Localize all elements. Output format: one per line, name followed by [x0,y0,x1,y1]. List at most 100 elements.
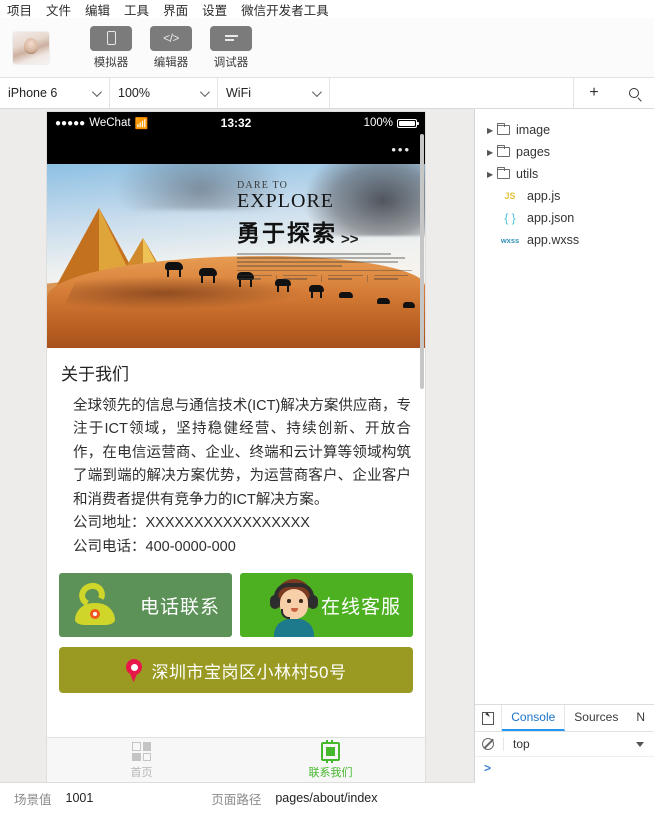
hero-banner[interactable]: DARE TO EXPLORE 勇于探索 >> [47,164,425,348]
menu-item-file[interactable]: 文件 [46,0,71,19]
phone-scrollbar[interactable] [419,134,425,737]
call-contact-button[interactable]: 电话联系 [59,573,232,638]
device-select[interactable]: iPhone 6 [0,78,110,108]
zoom-select[interactable]: 100% [110,78,218,108]
tab-home[interactable]: 首页 [47,738,236,784]
camel-icon [377,298,390,304]
json-file-icon: { } [504,211,516,225]
banner-stat-cell [282,274,322,282]
code-icon: </> [150,25,192,51]
menu-item-edit[interactable]: 编辑 [85,0,110,19]
banner-arrows: >> [341,231,359,248]
search-button[interactable] [614,78,654,108]
online-support-button[interactable]: 在线客服 [240,573,413,638]
devtools-panel: Console Sources N top > [475,704,654,792]
banner-text-block: DARE TO EXPLORE 勇于探索 >> [237,180,412,282]
contact-buttons-row: 电话联系 在线客服 [47,563,425,638]
map-address-label: 深圳市宝岗区小林村50号 [151,662,347,682]
right-pane: ▶ image ▶ pages ▶ utils JS app.js {} ap… [475,109,654,792]
tab-console[interactable]: Console [502,705,566,731]
toolbar-buttons: 模拟器 </> 编辑器 调试器 [88,25,254,70]
camel-leg [213,275,215,283]
map-address-bar[interactable]: 深圳市宝岗区小林村50号 [59,647,413,694]
add-file-button[interactable]: + [574,78,614,108]
tab-contact[interactable]: 联系我们 [236,738,425,784]
simulator-pane: ●●●●● WeChat 📶 13:32 100% ••• DARE TO EX… [0,109,475,792]
chevron-right-icon: ▶ [487,125,494,135]
user-avatar[interactable] [12,30,50,65]
clear-console-button[interactable] [475,738,501,750]
company-phone: 公司电话：400-0000-000 [73,538,236,555]
chevron-down-icon [91,86,102,97]
debugger-button[interactable]: 调试器 [208,25,254,70]
debug-icon [210,25,252,51]
chevron-right-icon: ▶ [487,147,494,157]
online-support-label: 在线客服 [320,596,401,618]
chevron-down-icon [199,86,210,97]
inspect-element-button[interactable] [475,705,503,731]
file-tree-item-image[interactable]: ▶ image [475,119,654,141]
bottom-tab-bar: 首页 联系我们 [47,737,425,784]
chip-icon [321,740,340,763]
banner-stat-cell [328,274,368,282]
page-path-value: pages/about/index [275,791,378,805]
tab-contact-label: 联系我们 [308,767,353,779]
network-select-value: WiFi [226,86,251,100]
tab-home-label: 首页 [130,767,153,779]
main-toolbar: 模拟器 </> 编辑器 调试器 [0,18,654,78]
editor-button[interactable]: </> 编辑器 [148,25,194,70]
tab-sources[interactable]: Sources [565,705,627,731]
camel-leg [287,285,289,292]
phone-status-bar: ●●●●● WeChat 📶 13:32 100% [47,112,425,134]
capsule-bar: ••• [47,134,425,164]
about-description: 全球领先的信息与通信技术(ICT)解决方案供应商，专注于ICT领域，坚持稳健经营… [73,398,411,508]
file-tree-label: image [516,123,551,137]
network-select[interactable]: WiFi [218,78,330,108]
camel-leg [201,275,203,283]
file-tree-item-app-js[interactable]: JS app.js [475,185,654,207]
banner-cn-title: 勇于探索 [237,221,337,247]
menu-item-settings[interactable]: 设置 [202,0,227,19]
company-address: 公司地址：XXXXXXXXXXXXXXXXX [73,515,310,532]
phone-icon [90,25,132,51]
file-tree-label: app.wxss [527,233,580,247]
menu-item-devtools[interactable]: 微信开发者工具 [241,0,329,19]
file-tree-item-pages[interactable]: ▶ pages [475,141,654,163]
more-menu-icon[interactable]: ••• [391,142,411,157]
file-tree-item-app-json[interactable]: { } app.json [475,207,654,229]
folder-icon [497,122,510,135]
wxss-file-icon: wxss [500,235,520,245]
menu-item-project[interactable]: 项目 [7,0,32,19]
file-tree: ▶ image ▶ pages ▶ utils JS app.js {} ap… [475,109,654,704]
menu-item-ui[interactable]: 界面 [163,0,188,19]
chevron-down-icon[interactable] [636,741,644,747]
console-filter-bar: top [475,732,654,757]
workspace: ●●●●● WeChat 📶 13:32 100% ••• DARE TO EX… [0,109,654,792]
banner-title: EXPLORE [237,190,334,212]
debugger-button-label: 调试器 [213,56,249,69]
battery-percent-label: 100% [363,117,393,129]
camel-leg [277,285,279,292]
file-tree-label: utils [516,167,539,181]
camel-leg [320,291,322,298]
file-tree-label: app.js [527,189,561,203]
js-file-icon: JS [504,191,516,201]
camel-leg [167,269,169,277]
about-section: 关于我们 全球领先的信息与通信技术(ICT)解决方案供应商，专注于ICT领域，坚… [47,348,425,563]
support-agent-icon [268,579,320,638]
page-path-label: 页面路径 [211,792,262,807]
console-context-select[interactable]: top [503,737,530,751]
status-bar-right-filler [475,782,654,813]
banner-stat-cell [373,274,413,282]
device-select-value: iPhone 6 [8,86,58,100]
folder-icon [497,144,510,157]
file-tree-item-app-wxss[interactable]: wxss app.wxss [475,229,654,251]
banner-microcopy [237,253,412,267]
tab-network[interactable]: N [627,705,654,731]
phone-screen: ●●●●● WeChat 📶 13:32 100% ••• DARE TO EX… [47,112,425,784]
page-title: 关于我们 [61,365,129,384]
simulator-button[interactable]: 模拟器 [88,25,134,70]
menu-item-tools[interactable]: 工具 [124,0,149,19]
file-tree-item-utils[interactable]: ▶ utils [475,163,654,185]
simulator-controls-bar: iPhone 6 100% WiFi + [0,78,654,109]
